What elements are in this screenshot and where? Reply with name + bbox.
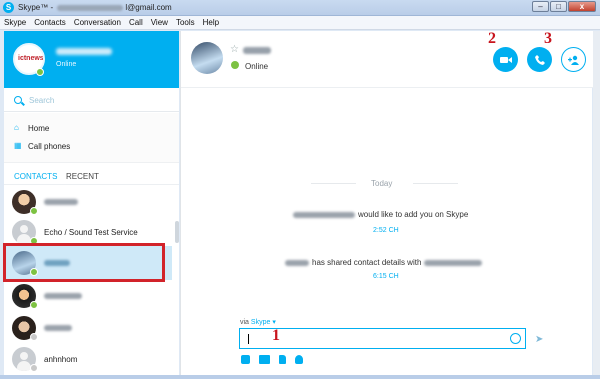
contact-name: anhnhom xyxy=(44,355,78,364)
audio-call-icon xyxy=(534,54,545,65)
contact-item-3[interactable] xyxy=(4,280,172,312)
maximize-button[interactable]: □ xyxy=(550,1,567,12)
menu-conversation[interactable]: Conversation xyxy=(74,18,121,27)
offline-status-icon xyxy=(30,333,38,341)
sidebar-item-home[interactable]: ⌂ Home xyxy=(14,122,49,134)
menu-call[interactable]: Call xyxy=(129,18,143,27)
menu-contacts[interactable]: Contacts xyxy=(34,18,66,27)
online-status-icon xyxy=(36,68,44,76)
message-time: 6:15 CH xyxy=(373,273,399,280)
conversation-name-blurred xyxy=(243,47,271,54)
audio-call-button[interactable] xyxy=(527,47,552,72)
conversation-status: Online xyxy=(245,62,269,71)
menu-tools[interactable]: Tools xyxy=(176,18,195,27)
chevron-down-icon: ▾ xyxy=(270,319,276,326)
message-time: 2:52 CH xyxy=(373,227,399,234)
via-label: via xyxy=(240,319,249,326)
online-status-icon xyxy=(231,61,239,69)
contact-tabs: CONTACTS RECENT xyxy=(4,165,179,185)
menu-help[interactable]: Help xyxy=(203,18,219,27)
window-title-suffix: l@gmail.com xyxy=(125,3,172,12)
add-participant-icon xyxy=(567,55,579,65)
emoticon-icon[interactable] xyxy=(510,333,521,344)
blurred-recipient-name xyxy=(424,259,483,266)
via-selector[interactable]: via Skype ▾ xyxy=(240,318,276,326)
close-button[interactable]: x xyxy=(568,1,596,12)
blurred-account-name xyxy=(57,4,124,11)
contact-item-4[interactable] xyxy=(4,312,172,344)
sidebar-item-call-phones-label: Call phones xyxy=(28,141,71,151)
message-toolbar xyxy=(241,355,303,364)
video-call-icon xyxy=(499,56,512,63)
conversation-panel: ☆ Online 2 3 Today would like to add you… xyxy=(180,30,593,375)
send-icon[interactable]: ➤ xyxy=(535,334,543,345)
window-controls: – □ x xyxy=(532,1,596,12)
blurred-sender-name xyxy=(293,211,355,218)
offline-status-icon xyxy=(30,364,38,372)
conversation-avatar[interactable] xyxy=(191,42,223,74)
send-contact-icon[interactable] xyxy=(295,355,303,364)
skype-app-icon: S xyxy=(3,2,14,13)
search-bar[interactable]: Search xyxy=(4,88,179,112)
tab-recent[interactable]: RECENT xyxy=(66,172,99,181)
window-title-prefix: Skype™ - xyxy=(18,3,54,12)
profile-logo: ictnews xyxy=(18,55,44,62)
system-message-text: would like to add you on Skype xyxy=(358,210,469,219)
camera-icon[interactable] xyxy=(241,355,250,364)
window-title: Skype™ - l@gmail.com xyxy=(18,3,172,12)
search-placeholder: Search xyxy=(29,96,55,105)
contact-name: Echo / Sound Test Service xyxy=(44,228,138,237)
minimize-button[interactable]: – xyxy=(532,1,549,12)
annotation-number-1: 1 xyxy=(272,327,280,344)
system-message: has shared contact details with xyxy=(285,258,483,267)
profile-header[interactable]: ictnews Online xyxy=(4,31,179,88)
menu-view[interactable]: View xyxy=(151,18,168,27)
search-icon xyxy=(14,96,22,104)
conversation-header: ☆ Online 2 3 xyxy=(181,30,593,88)
sidebar-item-home-label: Home xyxy=(28,123,50,133)
sidebar: ictnews Online Search ⌂ Home ▦ Call phon… xyxy=(4,31,179,375)
online-status-icon xyxy=(30,207,38,215)
annotation-number-2: 2 xyxy=(488,30,496,47)
menu-skype[interactable]: Skype xyxy=(4,18,26,27)
contact-name-blurred xyxy=(44,293,82,299)
sidebar-item-call-phones[interactable]: ▦ Call phones xyxy=(14,140,70,152)
system-message: would like to add you on Skype xyxy=(293,210,468,219)
annotation-highlight-box xyxy=(3,243,165,282)
window-bottom-edge xyxy=(0,375,600,379)
contact-name-blurred xyxy=(44,325,72,331)
contact-item-0[interactable] xyxy=(4,186,172,218)
system-message-text: has shared contact details with xyxy=(312,258,422,267)
date-divider-label: Today xyxy=(371,179,393,188)
add-participant-button[interactable] xyxy=(561,47,586,72)
profile-status: Online xyxy=(56,61,77,68)
sidebar-nav: ⌂ Home ▦ Call phones xyxy=(4,113,179,163)
text-caret xyxy=(248,334,249,344)
home-icon: ⌂ xyxy=(14,123,19,132)
blurred-sender-name xyxy=(285,259,309,266)
annotation-number-3: 3 xyxy=(544,30,552,47)
window-scrollbar[interactable] xyxy=(593,31,600,375)
online-status-icon xyxy=(30,301,38,309)
blurred-profile-name xyxy=(56,48,112,55)
send-file-icon[interactable] xyxy=(279,355,286,364)
window-titlebar: S Skype™ - l@gmail.com – □ x xyxy=(0,0,600,16)
tab-contacts[interactable]: CONTACTS xyxy=(14,172,57,181)
via-service[interactable]: Skype xyxy=(251,319,270,326)
video-message-icon[interactable] xyxy=(259,355,270,364)
call-phones-icon: ▦ xyxy=(14,141,22,150)
favorite-star-icon[interactable]: ☆ xyxy=(230,44,239,55)
video-call-button[interactable] xyxy=(493,47,518,72)
menu-bar: Skype Contacts Conversation Call View To… xyxy=(0,16,600,30)
message-input[interactable] xyxy=(239,328,526,349)
contact-item-5[interactable]: anhnhom xyxy=(4,343,172,375)
contact-list-scrollbar[interactable] xyxy=(175,221,179,243)
contact-name-blurred xyxy=(44,199,78,205)
